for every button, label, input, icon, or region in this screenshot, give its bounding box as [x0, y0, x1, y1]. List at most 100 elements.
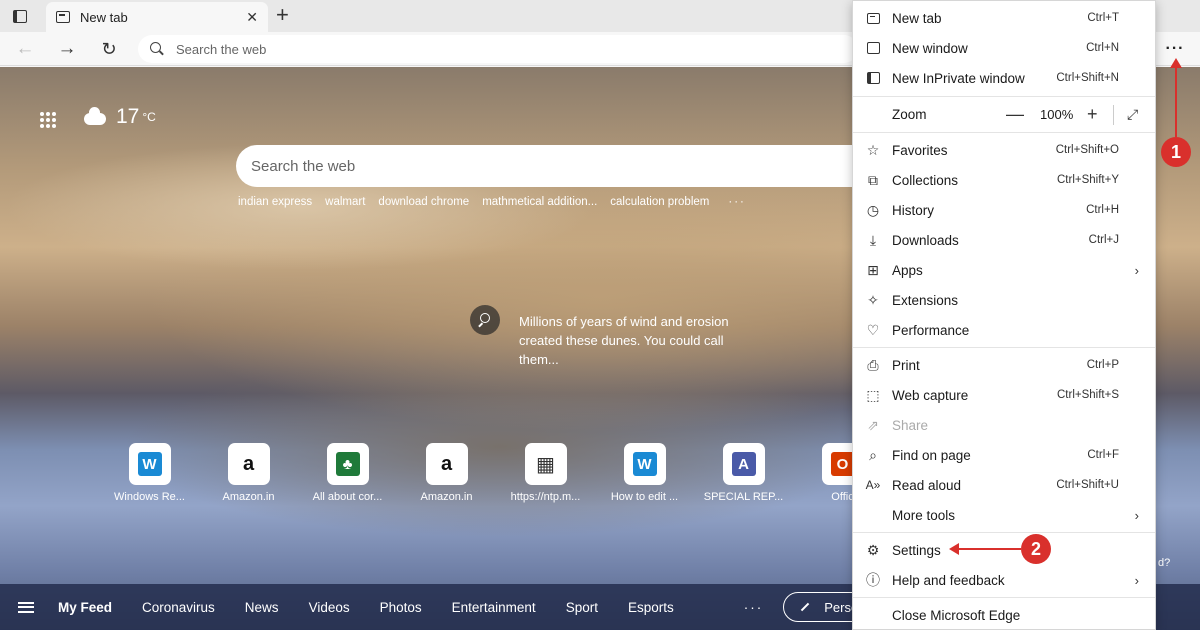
menu-item-shortcut: Ctrl+F [1087, 449, 1119, 461]
menu-separator [853, 597, 1155, 598]
menu-item-label: Downloads [892, 232, 959, 248]
feed-tab-photos[interactable]: Photos [380, 600, 422, 615]
quick-link-tile: A [722, 443, 765, 485]
suggestion[interactable]: calculation problem [610, 196, 709, 208]
annotation-arrow-left [949, 543, 1021, 555]
office-icon: O [830, 452, 855, 476]
quick-link[interactable]: ♣ All about cor... [298, 443, 397, 503]
chevron-right-icon: › [1134, 262, 1139, 278]
quick-link-tile: ▦ [524, 443, 567, 485]
suggestion[interactable]: mathmetical addition... [482, 196, 597, 208]
new-tab-button[interactable]: + [276, 4, 289, 26]
search-icon [150, 42, 164, 56]
menu-item-performance[interactable]: ♡ Performance [853, 315, 1155, 345]
quick-link-label: Amazon.in [222, 491, 275, 503]
temperature: 17 [116, 105, 140, 128]
quick-link[interactable]: W How to edit ... [595, 443, 694, 503]
quick-link[interactable]: a Amazon.in [199, 443, 298, 503]
tab-new-tab[interactable]: New tab ✕ [46, 2, 268, 32]
feed-tab-coronavirus[interactable]: Coronavirus [142, 600, 215, 615]
address-bar[interactable]: Search the web [138, 35, 858, 63]
quick-link[interactable]: ▦ https://ntp.m... [496, 443, 595, 503]
hamburger-icon[interactable] [18, 601, 34, 613]
menu-item-new-window[interactable]: New window Ctrl+N [853, 33, 1155, 63]
quick-link-tile: a [425, 443, 468, 485]
tab-close-icon[interactable]: ✕ [246, 9, 258, 26]
menu-item-share[interactable]: ⇗ Share [853, 410, 1155, 440]
weather-widget[interactable]: 17 °C [84, 105, 156, 129]
app-launcher-icon[interactable] [40, 112, 56, 128]
menu-item-close-edge[interactable]: Close Microsoft Edge [853, 600, 1155, 630]
refresh-button[interactable]: ↻ [96, 36, 122, 62]
quick-link-label: Offic [831, 491, 854, 503]
feed-tab-videos[interactable]: Videos [309, 600, 350, 615]
extensions-icon: ✧ [867, 291, 879, 308]
favorites-icon: ☆ [866, 141, 880, 158]
suggestion[interactable]: walmart [325, 196, 365, 208]
address-placeholder: Search the web [176, 41, 267, 57]
cloud-icon [84, 107, 106, 125]
back-button[interactable]: ← [12, 36, 38, 62]
menu-item-shortcut: Ctrl+Shift+Y [1057, 174, 1119, 186]
menu-item-new-inprivate-window[interactable]: New InPrivate window Ctrl+Shift+N [853, 63, 1155, 93]
menu-item-print[interactable]: ⎙ Print Ctrl+P [853, 350, 1155, 380]
menu-item-label: Extensions [892, 292, 959, 308]
menu-item-help-and-feedback[interactable]: ⓘ Help and feedback › [853, 565, 1155, 595]
gear-icon: ⚙ [866, 541, 880, 558]
feed-tab-my-feed[interactable]: My Feed [58, 600, 112, 615]
image-info-search-icon[interactable] [470, 305, 500, 335]
calendar-icon: ▦ [536, 453, 555, 476]
feed-tab-sport[interactable]: Sport [566, 600, 598, 615]
ntp-search-input[interactable]: Search the web [236, 145, 876, 187]
menu-item-extensions[interactable]: ✧ Extensions [853, 285, 1155, 315]
menu-item-label: Help and feedback [892, 572, 1005, 588]
share-icon: ⇗ [867, 416, 879, 433]
feed-tab-entertainment[interactable]: Entertainment [452, 600, 536, 615]
menu-item-read-aloud[interactable]: A» Read aloud Ctrl+Shift+U [853, 470, 1155, 500]
menu-item-label: Print [892, 357, 920, 373]
feed-tab-esports[interactable]: Esports [628, 600, 674, 615]
fullscreen-icon[interactable]: ⤢ [1127, 106, 1138, 123]
menu-item-history[interactable]: ◷ History Ctrl+H [853, 195, 1155, 225]
menu-item-shortcut: Ctrl+N [1086, 42, 1119, 54]
quick-link-tile: W [623, 443, 666, 485]
tab-actions-button[interactable] [10, 7, 30, 25]
menu-item-label: More tools [892, 507, 956, 523]
feed-more-button[interactable]: ··· [744, 600, 764, 615]
menu-item-new-tab[interactable]: New tab Ctrl+T [853, 3, 1155, 33]
menu-item-find-on-page[interactable]: ⌕ Find on page Ctrl+F [853, 440, 1155, 470]
inprivate-icon [865, 70, 881, 86]
performance-icon: ♡ [866, 321, 880, 338]
image-caption[interactable]: Millions of years of wind and erosion cr… [519, 312, 749, 369]
menu-item-collections[interactable]: ⧉ Collections Ctrl+Shift+Y [853, 165, 1155, 195]
feed-tab-news[interactable]: News [245, 600, 279, 615]
read-aloud-icon: A» [865, 478, 881, 492]
menu-item-more-tools[interactable]: More tools › [853, 500, 1155, 530]
quick-link[interactable]: A SPECIAL REP... [694, 443, 793, 503]
forward-button[interactable]: → [54, 36, 80, 62]
zoom-out-button[interactable]: — [1006, 104, 1024, 125]
quick-link[interactable]: W Windows Re... [100, 443, 199, 503]
zoom-level: 100% [1040, 106, 1074, 122]
partially-hidden-text: d? [1158, 557, 1171, 569]
quick-link[interactable]: a Amazon.in [397, 443, 496, 503]
menu-item-favorites[interactable]: ☆ Favorites Ctrl+Shift+O [853, 135, 1155, 165]
menu-item-label: New InPrivate window [892, 70, 1025, 86]
zoom-in-button[interactable]: + [1087, 104, 1098, 125]
history-icon: ◷ [866, 201, 880, 218]
suggestions-more-button[interactable]: ··· [728, 196, 746, 208]
print-icon: ⎙ [867, 356, 879, 373]
menu-item-shortcut: Ctrl+T [1087, 12, 1119, 24]
quick-link-tile: ♣ [326, 443, 369, 485]
ntp-search-placeholder: Search the web [251, 157, 356, 175]
suggestion[interactable]: download chrome [378, 196, 469, 208]
menu-item-web-capture[interactable]: ⬚ Web capture Ctrl+Shift+S [853, 380, 1155, 410]
suggestion[interactable]: indian express [238, 196, 312, 208]
menu-separator [853, 532, 1155, 533]
pencil-icon [801, 602, 810, 612]
menu-item-downloads[interactable]: ⤓ Downloads Ctrl+J [853, 225, 1155, 255]
menu-item-apps[interactable]: ⊞ Apps › [853, 255, 1155, 285]
quick-link-tile: a [227, 443, 270, 485]
quick-link-label: How to edit ... [610, 491, 679, 503]
menu-item-settings[interactable]: ⚙ Settings [853, 535, 1155, 565]
